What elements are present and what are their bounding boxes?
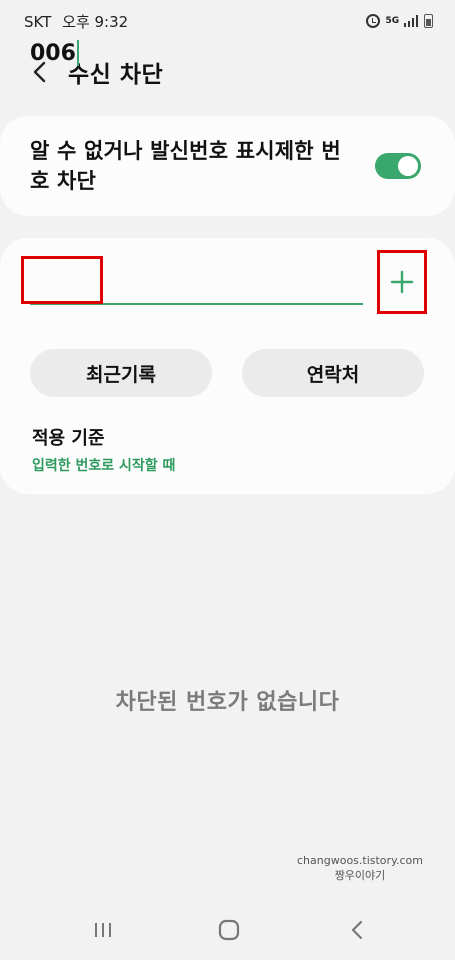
add-button-highlight-box: [377, 250, 427, 314]
number-input[interactable]: 006: [30, 40, 363, 66]
back-icon: [351, 920, 363, 940]
criteria-title[interactable]: 적용 기준: [32, 424, 105, 450]
criteria-value[interactable]: 입력한 번호로 시작할 때: [32, 455, 175, 475]
unknown-number-block-card[interactable]: 알 수 없거나 발신번호 표시제한 번호 차단: [0, 116, 455, 216]
status-left: SKT 오후 9:32: [24, 11, 134, 32]
text-caret: [76, 40, 79, 66]
input-highlight-box: [21, 256, 103, 304]
battery-icon: [424, 14, 433, 28]
contacts-button[interactable]: 연락처: [242, 349, 424, 397]
clock: 오후 9:32: [62, 12, 129, 31]
screen: SKT 오후 9:32 5G 수신 차단 알 수 없거나 발신번호 표시제한 번…: [0, 0, 455, 960]
home-icon: [218, 919, 240, 941]
watermark: changwoos.tistory.com 짱우이야기: [297, 853, 423, 883]
recent-log-button[interactable]: 최근기록: [30, 349, 212, 397]
status-right: 5G: [365, 14, 433, 28]
navigation-bar: [0, 900, 455, 960]
number-input-value: 006: [30, 40, 76, 66]
5g-icon: 5G: [385, 15, 400, 26]
carrier-label: SKT: [24, 12, 52, 31]
signal-icon: [403, 15, 418, 27]
home-button[interactable]: [214, 918, 244, 942]
empty-blocked-list-message: 차단된 번호가 없습니다: [115, 690, 340, 715]
status-bar: SKT 오후 9:32 5G: [0, 0, 455, 42]
unknown-number-block-switch[interactable]: [375, 153, 421, 179]
alarm-icon: [365, 14, 380, 28]
switch-knob: [398, 156, 418, 176]
watermark-blog-name: 짱우이야기: [334, 869, 386, 882]
unknown-number-block-label: 알 수 없거나 발신번호 표시제한 번호 차단: [30, 139, 341, 193]
recents-icon: [95, 923, 111, 937]
recents-button[interactable]: [88, 918, 118, 942]
nav-back-button[interactable]: [342, 918, 372, 942]
watermark-url: changwoos.tistory.com: [297, 854, 423, 867]
